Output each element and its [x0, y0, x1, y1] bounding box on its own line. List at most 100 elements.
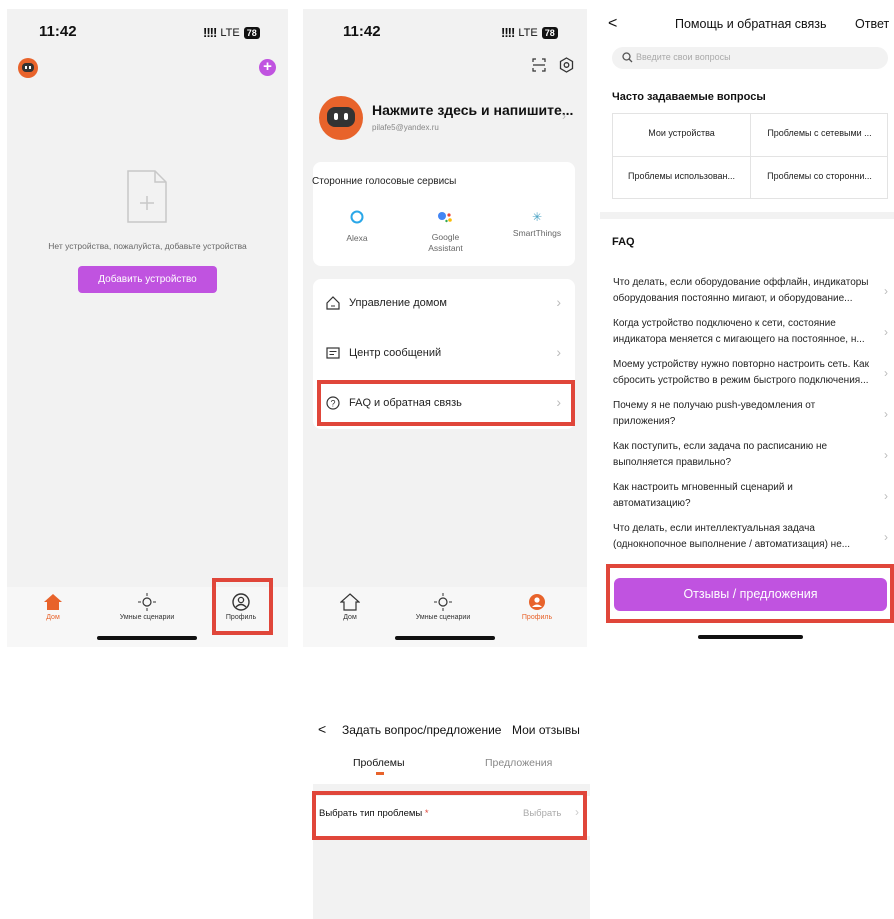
tab-scenes[interactable]: Умные сценарии	[403, 593, 483, 621]
google-assistant-icon	[437, 212, 452, 223]
status-bar-right: !!!! LTE 78	[203, 25, 260, 40]
tab-suggestions[interactable]: Предложения	[485, 757, 552, 769]
status-bar-right: !!!! LTE 78	[501, 25, 558, 40]
menu-item-message-center[interactable]: Центр сообщений ›	[313, 327, 575, 377]
chevron-right-icon: ›	[884, 530, 888, 544]
search-placeholder: Введите свои вопросы	[636, 52, 731, 62]
network-type: LTE	[220, 26, 240, 39]
voice-service-google[interactable]: Google Assistant	[418, 210, 473, 254]
sun-icon	[434, 593, 452, 611]
battery-icon: 78	[541, 26, 558, 39]
back-icon[interactable]: <	[318, 721, 326, 737]
faq-heading: FAQ	[612, 236, 635, 248]
tab-home-label: Дом	[343, 614, 357, 621]
reply-link[interactable]: Ответ	[855, 17, 889, 31]
highlight-feedback-button	[606, 564, 894, 623]
voice-service-label: Google Assistant	[428, 232, 463, 253]
category-network[interactable]: Проблемы с сетевыми ...	[751, 128, 888, 138]
tab-scenes[interactable]: Умные сценарии	[107, 593, 187, 621]
home-indicator	[395, 636, 495, 640]
add-icon[interactable]: +	[259, 59, 276, 76]
avatar[interactable]	[18, 58, 38, 78]
faq-question-text: Что делать, если оборудование оффлайн, и…	[613, 277, 869, 304]
voice-service-smartthings[interactable]: ✳ SmartThings	[505, 210, 569, 238]
chevron-right-icon: ›	[884, 284, 888, 298]
profile-name[interactable]: Нажмите здесь и напишите...	[372, 102, 573, 118]
page-title: Задать вопрос/предложение	[342, 723, 502, 737]
empty-document-icon	[127, 170, 167, 223]
tab-home[interactable]: Дом	[13, 593, 93, 621]
faq-section-title: Часто задаваемые вопросы	[612, 91, 766, 103]
signal-icon: !!!!	[501, 25, 515, 40]
tab-profile-label: Профиль	[521, 614, 553, 621]
chevron-right-icon: ›	[556, 344, 561, 360]
back-icon[interactable]: <	[608, 15, 617, 33]
faq-question-text: Моему устройству нужно повторно настроит…	[613, 359, 869, 386]
tab-problems[interactable]: Проблемы	[353, 757, 405, 769]
faq-question-text: Почему я не получаю push-уведомления от …	[613, 400, 816, 427]
menu-item-home-management[interactable]: Управление домом ›	[313, 279, 575, 327]
profile-screen: 11:42 !!!! LTE 78 Нажмите здесь и напиши…	[303, 9, 587, 647]
home-indicator	[698, 635, 803, 639]
settings-icon[interactable]	[559, 57, 574, 73]
search-icon	[622, 52, 633, 63]
status-time: 11:42	[39, 23, 77, 40]
tab-profile[interactable]: Профиль	[497, 593, 577, 621]
faq-question-text: Когда устройство подключено к сети, сост…	[613, 318, 865, 345]
highlight-profile-tab	[212, 578, 273, 635]
home-indicator	[97, 636, 197, 640]
house-icon	[326, 296, 340, 310]
category-third-party[interactable]: Проблемы со сторонни...	[751, 171, 888, 181]
home-screen: 11:42 !!!! LTE 78 + Нет устройства, пожа…	[7, 9, 288, 647]
chevron-right-icon: ›	[884, 366, 888, 380]
scan-icon[interactable]	[532, 58, 546, 72]
chevron-right-icon: ›	[884, 407, 888, 421]
faq-question[interactable]: Моему устройству нужно повторно настроит…	[600, 357, 894, 397]
profile-icon	[529, 594, 545, 610]
help-feedback-screen: < Помощь и обратная связь Ответ Введите …	[600, 9, 894, 647]
voice-services-card: Сторонние голосовые сервисы Alexa Google…	[312, 162, 575, 266]
empty-message: Нет устройства, пожалуйста, добавьте уст…	[48, 241, 247, 251]
chevron-right-icon: ›	[884, 325, 888, 339]
category-usage[interactable]: Проблемы использован...	[613, 171, 750, 181]
tab-home[interactable]: Дом	[310, 593, 390, 621]
smartthings-icon: ✳	[531, 210, 543, 224]
my-reviews-link[interactable]: Мои отзывы	[512, 723, 580, 737]
search-input[interactable]: Введите свои вопросы	[612, 47, 888, 69]
tab-scenes-label: Умные сценарии	[415, 614, 471, 621]
category-my-devices[interactable]: Мои устройства	[613, 128, 750, 138]
faq-question[interactable]: Как настроить мгновенный сценарий и авто…	[600, 480, 894, 520]
faq-question[interactable]: Как поступить, если задача по расписанию…	[600, 439, 894, 479]
tab-home-label: Дом	[46, 614, 60, 621]
faq-question-text: Как настроить мгновенный сценарий и авто…	[613, 482, 793, 509]
home-icon	[340, 593, 360, 611]
profile-email: pilafe5@yandex.ru	[372, 123, 439, 132]
voice-service-label: SmartThings	[512, 228, 562, 238]
signal-icon: !!!!	[203, 25, 217, 40]
battery-icon: 78	[243, 26, 260, 39]
highlight-problem-type	[312, 791, 587, 840]
menu-label: Управление домом	[349, 297, 447, 309]
active-tab-indicator	[376, 772, 384, 775]
status-time: 11:42	[343, 23, 381, 40]
menu-label: Центр сообщений	[349, 347, 442, 359]
message-icon	[326, 347, 340, 359]
home-icon	[44, 594, 62, 610]
voice-service-alexa[interactable]: Alexa	[337, 210, 377, 243]
faq-question[interactable]: Когда устройство подключено к сети, сост…	[600, 316, 894, 356]
chevron-right-icon: ›	[884, 489, 888, 503]
profile-avatar[interactable]	[319, 96, 363, 140]
voice-service-label: Alexa	[346, 233, 368, 243]
faq-question[interactable]: Что делать, если оборудование оффлайн, и…	[600, 275, 894, 315]
tab-scenes-label: Умные сценарии	[119, 614, 175, 621]
add-device-button[interactable]: Добавить устройство	[78, 266, 217, 293]
chevron-right-icon: ›	[556, 294, 561, 310]
network-type: LTE	[518, 26, 538, 39]
chevron-right-icon: ›	[562, 109, 566, 123]
faq-question-text: Как поступить, если задача по расписанию…	[613, 441, 828, 468]
faq-question[interactable]: Почему я не получаю push-уведомления от …	[600, 398, 894, 438]
categories-grid: Мои устройства Проблемы с сетевыми ... П…	[612, 113, 888, 199]
page-title: Помощь и обратная связь	[675, 17, 827, 31]
faq-question[interactable]: Что делать, если интеллектуальная задача…	[600, 521, 894, 561]
faq-question-text: Что делать, если интеллектуальная задача…	[613, 523, 851, 550]
